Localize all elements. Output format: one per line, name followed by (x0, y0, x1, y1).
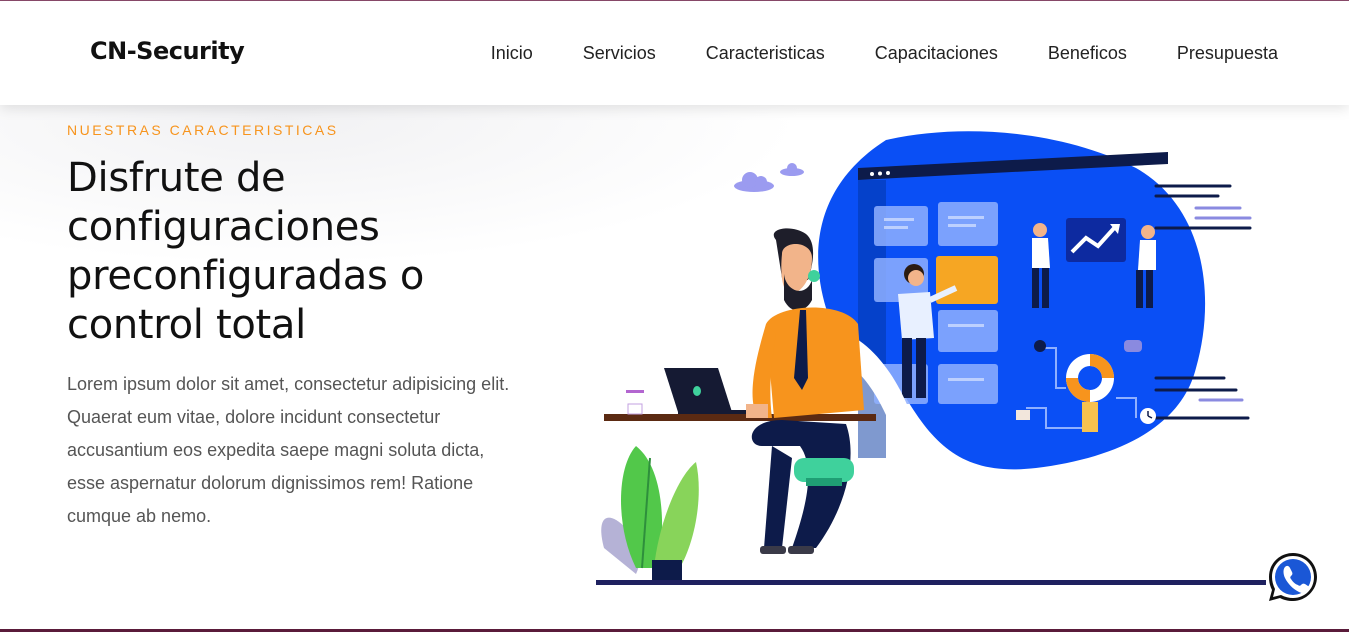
phone-icon (1034, 340, 1046, 352)
section-eyebrow: NUESTRAS CARACTERISTICAS (67, 122, 339, 138)
floor-line (596, 580, 1266, 585)
chat-bubble-icon (1124, 340, 1142, 352)
whatsapp-icon (1269, 553, 1317, 601)
site-header: CN-Security Inicio Servicios Caracterist… (0, 1, 1349, 105)
brand-logo[interactable]: CN-Security (90, 37, 245, 65)
nav-link-capacitaciones[interactable]: Capacitaciones (875, 43, 998, 64)
nav-link-caracteristicas[interactable]: Caracteristicas (706, 43, 825, 64)
nav-link-servicios[interactable]: Servicios (583, 43, 656, 64)
growth-chart-sign (1066, 218, 1126, 262)
desk-surface (604, 414, 876, 421)
support-dashboard-illustration (596, 131, 1266, 585)
chair (794, 458, 854, 486)
hero-description: Lorem ipsum dolor sit amet, consectetur … (67, 374, 510, 526)
nav-link-presupuesta[interactable]: Presupuesta (1177, 43, 1278, 64)
nav-link-beneficos[interactable]: Beneficos (1048, 43, 1127, 64)
plant-decoration (601, 446, 699, 584)
headset-icon (808, 270, 820, 282)
nav-link-inicio[interactable]: Inicio (491, 43, 533, 64)
hero-headline: Disfrute de configuraciones preconfigura… (67, 155, 425, 348)
main-nav: Inicio Servicios Caracteristicas Capacit… (441, 43, 1278, 64)
mail-icon (1016, 410, 1030, 420)
cloud-icon (734, 163, 804, 192)
page: CN-Security Inicio Servicios Caracterist… (0, 0, 1349, 632)
whatsapp-button[interactable] (1266, 550, 1320, 604)
